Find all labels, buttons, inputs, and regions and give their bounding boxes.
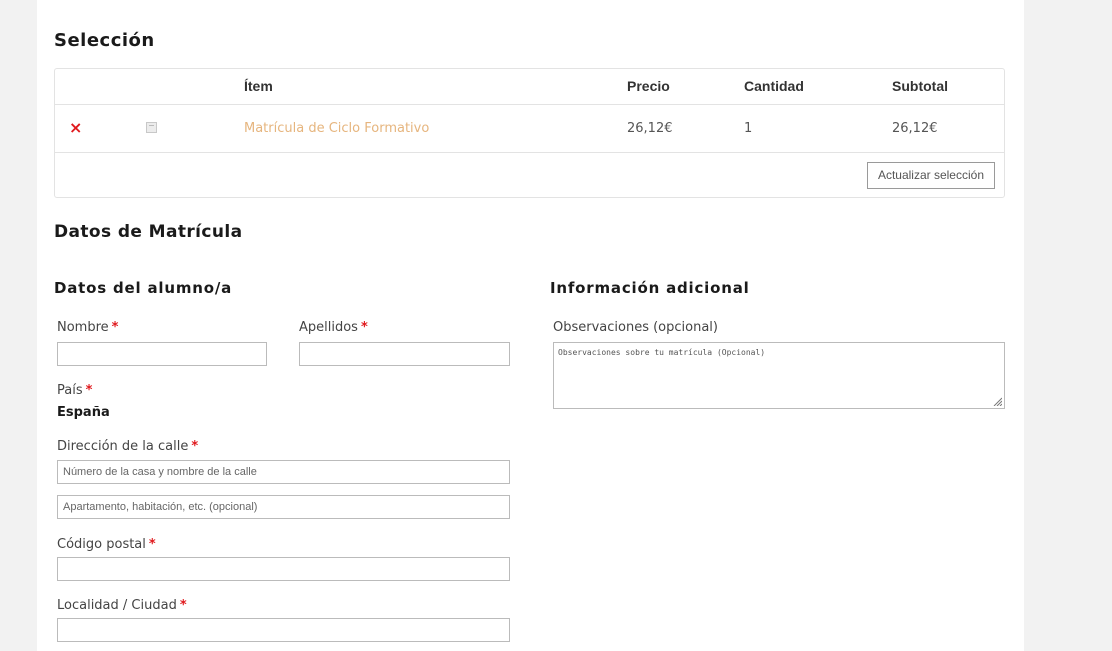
last-name-input[interactable] [299,342,510,366]
first-name-input[interactable] [57,342,267,366]
notes-textarea[interactable]: Observaciones sobre tu matrícula (Opcion… [553,342,1005,409]
cart-header-row: Ítem Precio Cantidad Subtotal [55,69,1004,105]
product-thumbnail-icon[interactable] [146,122,157,133]
street2-input[interactable]: Apartamento, habitación, etc. (opcional) [57,495,510,519]
postcode-input[interactable] [57,557,510,581]
header-subtotal: Subtotal [892,78,948,94]
notes-label: Observaciones (opcional) [553,320,718,335]
required-mark: * [179,598,187,613]
checkout-page: Selección Ítem Precio Cantidad Subtotal … [37,0,1024,651]
product-price: 26,12€ [627,121,673,136]
last-name-label: Apellidos * [299,320,368,335]
product-subtotal: 26,12€ [892,121,938,136]
cart-actions-row: Actualizar selección [55,153,1004,198]
notes-placeholder: Observaciones sobre tu matrícula (Opcion… [558,348,766,357]
first-name-label: Nombre * [57,320,119,335]
table-row: × Matrícula de Ciclo Formativo 26,12€ 1 … [55,105,1004,153]
street-input[interactable]: Número de la casa y nombre de la calle [57,460,510,484]
required-mark: * [191,439,199,454]
required-mark: * [360,320,368,335]
required-mark: * [85,383,93,398]
update-selection-button[interactable]: Actualizar selección [866,162,995,189]
country-value: España [57,405,110,420]
required-mark: * [111,320,119,335]
country-label: País * [57,383,93,398]
cart-table: Ítem Precio Cantidad Subtotal × Matrícul… [54,68,1005,198]
header-item: Ítem [244,78,273,94]
page-gutter [0,0,8,651]
header-price: Precio [627,78,670,94]
enrollment-form-title: Datos de Matrícula [54,222,243,242]
selection-title: Selección [54,30,155,51]
header-quantity: Cantidad [744,78,804,94]
resize-grip-icon[interactable] [992,396,1002,406]
city-label: Localidad / Ciudad * [57,598,187,613]
remove-item-icon[interactable]: × [69,118,82,137]
additional-info-title: Información adicional [550,279,750,297]
street-label: Dirección de la calle * [57,439,199,454]
student-data-title: Datos del alumno/a [54,279,233,297]
product-link[interactable]: Matrícula de Ciclo Formativo [244,121,429,136]
required-mark: * [148,537,156,552]
city-input[interactable] [57,618,510,642]
postcode-label: Código postal * [57,537,156,552]
product-quantity: 1 [744,121,753,136]
